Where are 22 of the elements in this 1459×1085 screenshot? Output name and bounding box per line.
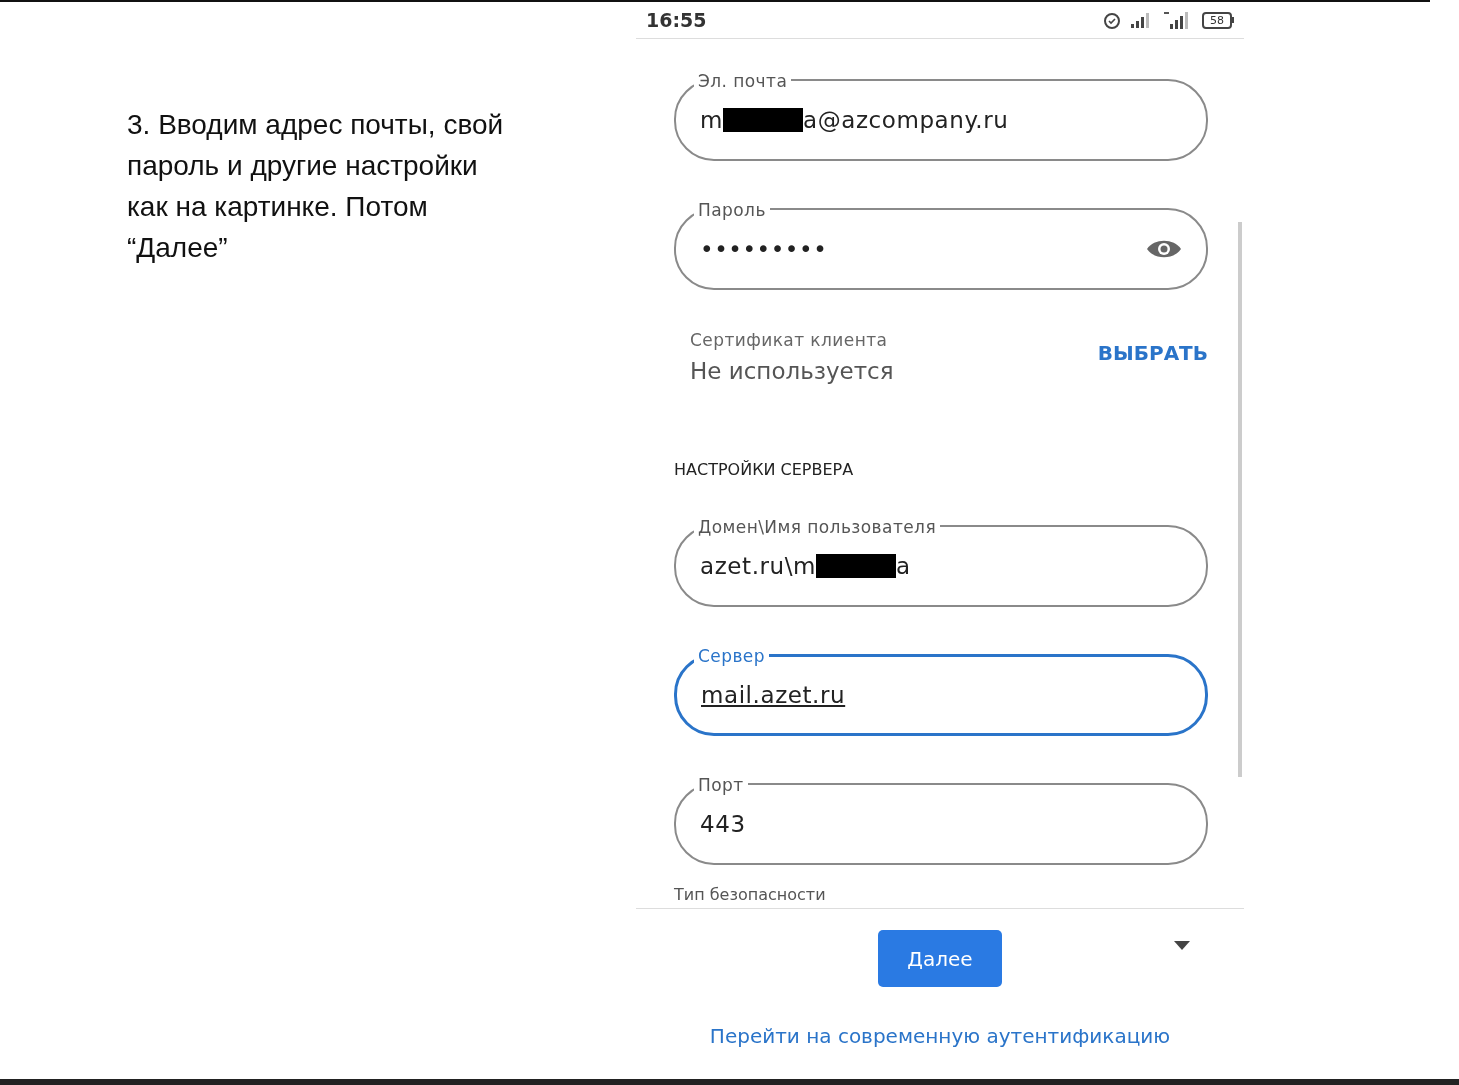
field-value: a@azcompany.ru <box>803 105 1009 135</box>
field-value: ••••••••• <box>700 234 828 264</box>
field-value: 443 <box>700 809 746 839</box>
instruction-text: “Далее” <box>127 231 229 265</box>
section-heading: НАСТРОЙКИ СЕРВЕРА <box>674 459 855 481</box>
modern-auth-link[interactable]: Перейти на современную аутентификацию <box>709 1021 1171 1051</box>
certificate-value: Не используется <box>690 356 894 386</box>
signal-icon <box>1130 12 1152 28</box>
instruction-text: 3. Вводим адрес почты, свой <box>127 108 504 142</box>
certificate-label: Сертификат клиента <box>690 329 889 352</box>
field-label: Тип безопасности <box>674 884 827 906</box>
instruction-text: как на картинке. Потом <box>127 190 429 224</box>
field-value: mail.azet.ru <box>701 680 846 710</box>
dropdown-caret-icon[interactable] <box>1174 941 1190 950</box>
choose-button[interactable]: ВЫБРАТЬ <box>1097 338 1208 368</box>
status-time: 16:55 <box>646 7 707 33</box>
battery-level: 58 <box>1202 11 1232 29</box>
field-value: m <box>700 105 723 135</box>
next-button[interactable]: Далее <box>878 930 1002 987</box>
field-value: azet.ru\m <box>700 551 816 581</box>
instruction-text: пароль и другие настройки <box>127 149 479 183</box>
field-value: a <box>896 551 911 581</box>
